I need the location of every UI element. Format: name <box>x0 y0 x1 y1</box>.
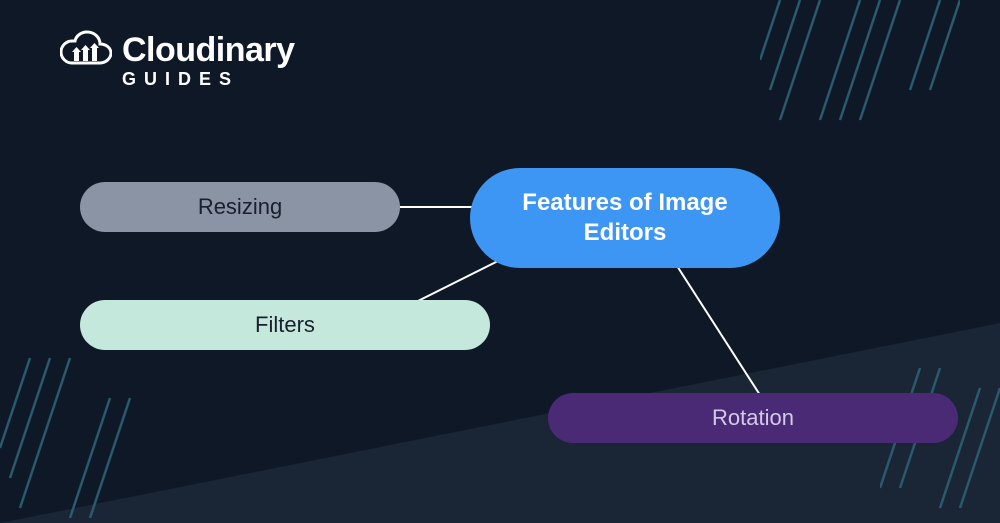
center-node: Features of Image Editors <box>470 168 780 268</box>
node-resizing: Resizing <box>80 182 400 232</box>
node-filters: Filters <box>80 300 490 350</box>
hatch-decoration <box>760 0 960 155</box>
node-label: Resizing <box>198 194 282 220</box>
node-rotation: Rotation <box>548 393 958 443</box>
node-label: Filters <box>255 312 315 338</box>
diagram-canvas: Cloudinary GUIDES Features of Image Edit… <box>0 0 1000 523</box>
brand-name: Cloudinary <box>122 31 295 70</box>
cloudinary-icon <box>60 30 112 71</box>
node-label: Rotation <box>712 405 794 431</box>
center-node-label: Features of Image Editors <box>506 188 744 248</box>
brand-logo: Cloudinary GUIDES <box>60 30 295 90</box>
brand-subtitle: GUIDES <box>122 69 295 90</box>
